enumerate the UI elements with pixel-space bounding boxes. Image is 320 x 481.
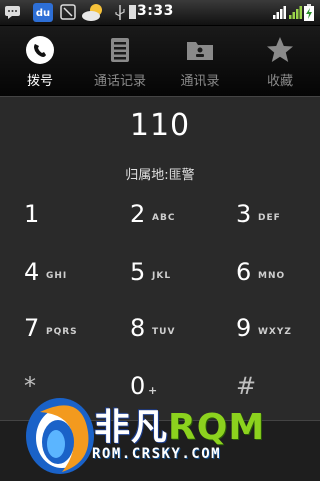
wifi-icon bbox=[289, 6, 302, 19]
key-5[interactable]: 5 JKL bbox=[130, 258, 230, 308]
tab-label: 通话记录 bbox=[93, 74, 146, 89]
missed-call-icon bbox=[60, 4, 76, 20]
key-letters: GHI bbox=[46, 271, 68, 281]
key-1[interactable]: 1 bbox=[24, 200, 124, 250]
tab-contacts[interactable]: 通讯录 bbox=[160, 26, 240, 96]
key-letters: JKL bbox=[152, 271, 172, 281]
key-2[interactable]: 2 ABC bbox=[130, 200, 230, 250]
weather-icon bbox=[82, 4, 102, 21]
phone-icon bbox=[26, 36, 54, 64]
status-time: 3:33 bbox=[137, 3, 174, 19]
sd-card-icon bbox=[129, 5, 136, 19]
logo-swirl-icon bbox=[26, 398, 94, 474]
key-digit: 9 bbox=[236, 314, 252, 342]
number-location: 归属地:匪警 bbox=[125, 168, 195, 183]
tab-favorites[interactable]: 收藏 bbox=[240, 26, 320, 96]
key-digit: 6 bbox=[236, 258, 252, 286]
key-9[interactable]: 9 WXYZ bbox=[236, 314, 320, 364]
status-bar: du 3:33 bbox=[0, 0, 320, 26]
key-digit: 8 bbox=[130, 314, 146, 342]
key-digit: 7 bbox=[24, 314, 40, 342]
tab-label: 收藏 bbox=[266, 74, 293, 89]
dialed-number[interactable]: 110 bbox=[0, 108, 320, 143]
message-icon bbox=[5, 6, 20, 19]
tab-bar: 拨号 通话记录 通讯录 收藏 bbox=[0, 26, 320, 97]
logo-url: ROM.CRSKY.COM bbox=[92, 446, 222, 462]
watermark-logo: 非凡RQM ROM.CRSKY.COM bbox=[22, 392, 310, 476]
key-8[interactable]: 8 TUV bbox=[130, 314, 230, 364]
logo-text: 非凡RQM bbox=[94, 398, 265, 450]
tab-label: 通讯录 bbox=[180, 74, 220, 89]
logo-text-chinese: 非凡 bbox=[94, 407, 169, 448]
logo-text-rom: RQM bbox=[168, 407, 266, 448]
tab-call-log[interactable]: 通话记录 bbox=[80, 26, 160, 96]
usb-icon bbox=[115, 5, 125, 20]
key-letters: ABC bbox=[152, 213, 176, 223]
key-3[interactable]: 3 DEF bbox=[236, 200, 320, 250]
key-digit: 4 bbox=[24, 258, 40, 286]
key-letters: MNO bbox=[258, 271, 286, 281]
key-6[interactable]: 6 MNO bbox=[236, 258, 320, 308]
key-4[interactable]: 4 GHI bbox=[24, 258, 124, 308]
tab-label: 拨号 bbox=[26, 74, 53, 89]
key-letters: WXYZ bbox=[258, 327, 292, 337]
key-digit: 1 bbox=[24, 200, 40, 228]
key-letters: TUV bbox=[152, 327, 176, 337]
key-digit: 3 bbox=[236, 200, 252, 228]
key-letters: PQRS bbox=[46, 327, 78, 337]
key-7[interactable]: 7 PQRS bbox=[24, 314, 124, 364]
signal-icon bbox=[273, 6, 286, 19]
tab-dialer[interactable]: 拨号 bbox=[0, 26, 80, 96]
key-digit: 5 bbox=[130, 258, 146, 286]
svg-text:du: du bbox=[36, 8, 50, 19]
baidu-icon: du bbox=[33, 3, 53, 22]
key-letters: DEF bbox=[258, 213, 281, 223]
key-digit: 2 bbox=[130, 200, 146, 228]
call-log-icon bbox=[111, 38, 129, 62]
battery-icon bbox=[304, 4, 314, 21]
contacts-icon bbox=[187, 42, 213, 60]
star-icon bbox=[267, 37, 293, 62]
